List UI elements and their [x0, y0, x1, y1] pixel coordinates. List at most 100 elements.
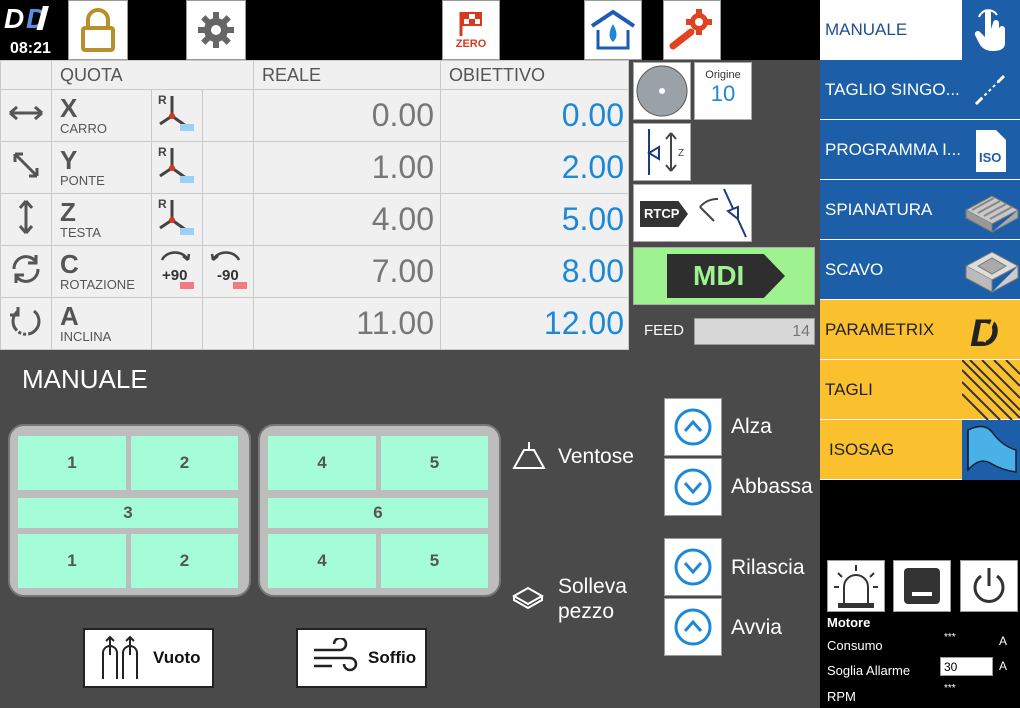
jog-x-button[interactable] [0, 89, 52, 142]
svg-text:R: R [158, 197, 167, 211]
sidebar-item-tagli[interactable]: TAGLI [820, 360, 1020, 420]
minimize-button[interactable] [893, 560, 951, 612]
ref-z-button[interactable]: R [151, 193, 203, 246]
avvia-button[interactable] [664, 598, 722, 656]
soglia-label: Soglia Allarme [827, 663, 911, 678]
lift-piece-icon [511, 586, 545, 610]
svg-text:R: R [158, 145, 167, 159]
vacuum-zone-button[interactable]: 5 [381, 534, 488, 588]
vacuum-zone-button[interactable]: 4 [268, 534, 376, 588]
vacuum-zone-button[interactable]: 1 [18, 436, 126, 490]
vacuum-zone-button[interactable]: 1 [18, 534, 126, 588]
sidebar-item-spianatura[interactable]: SPIANATURA [820, 180, 1020, 240]
vacuum-zone-button[interactable]: 2 [131, 436, 238, 490]
minimize-icon [904, 568, 940, 604]
rilascia-button[interactable] [664, 538, 722, 596]
axis-letter: A [60, 300, 79, 331]
motor-panel: Motore Consumo *** A Soglia Allarme A RP… [820, 480, 1020, 708]
jog-y-button[interactable] [0, 141, 52, 194]
soglia-unit: A [999, 659, 1008, 673]
tools-button[interactable] [663, 0, 721, 60]
logo-icon: D D [4, 3, 49, 34]
water-house-icon [590, 9, 636, 50]
obiettivo-y[interactable]: 2.00 [440, 141, 629, 194]
pezzo-line: pezzo [558, 600, 615, 623]
saw-blade-icon [636, 65, 688, 117]
tilt-head-icon [699, 188, 747, 238]
pocket-icon [964, 251, 1020, 293]
jog-a-button[interactable] [0, 297, 52, 350]
soglia-input[interactable] [940, 657, 993, 676]
axis-letter: Z [60, 196, 76, 227]
vacuum-zone-button[interactable]: 4 [268, 436, 376, 490]
z-probe-icon: Z [647, 129, 684, 175]
sidebar-item-label: TAGLIO SINGO... [825, 80, 960, 99]
wrench-gear-icon [669, 9, 712, 50]
axis-label-y: Y PONTE [51, 141, 152, 194]
mdi-button[interactable]: MDI [633, 247, 815, 305]
svg-text:D: D [4, 3, 24, 34]
wind-icon [314, 638, 358, 672]
col-quota: QUOTA [51, 60, 254, 90]
rotate-plus-90-button[interactable]: +90 [151, 245, 203, 298]
jog-c-button[interactable] [0, 245, 52, 298]
vacuum-zone-button[interactable]: 6 [268, 498, 488, 528]
soffio-button[interactable]: Soffio [296, 628, 427, 688]
empty-cell [202, 297, 254, 350]
zero-button[interactable]: ZERO [442, 0, 500, 60]
clock: 08:21 [10, 40, 51, 57]
coolant-button[interactable] [584, 0, 642, 60]
sidebar-item-programma-iso[interactable]: PROGRAMMA I... ISO [820, 120, 1020, 180]
sidebar-item-label: SCAVO [825, 260, 884, 279]
arrow-horizontal-icon [9, 105, 43, 121]
solleva-pezzo-label: Solleva pezzo [558, 574, 627, 624]
alarm-button[interactable] [827, 560, 885, 612]
sidebar-item-scavo[interactable]: SCAVO [820, 240, 1020, 300]
sidebar-item-manuale[interactable]: MANUALE [820, 0, 1020, 60]
vacuum-zone-button[interactable]: 2 [131, 534, 238, 588]
cuts-icon [962, 360, 1020, 420]
axis-sub: INCLINA [60, 328, 112, 344]
page-title: MANUALE [22, 364, 148, 394]
consumo-unit: A [999, 634, 1008, 648]
rotate-minus-90-button[interactable]: -90 [202, 245, 254, 298]
reale-z: 4.00 [253, 193, 441, 246]
ref-y-button[interactable]: R [151, 141, 203, 194]
reale-c: 7.00 [253, 245, 441, 298]
jog-z-button[interactable] [0, 193, 52, 246]
chevron-down-icon [674, 548, 712, 586]
power-button[interactable] [960, 560, 1018, 612]
origin-button[interactable]: Origine 10 [694, 62, 752, 120]
vuoto-button[interactable]: Vuoto [83, 628, 214, 688]
alza-button[interactable] [664, 398, 722, 456]
sidebar-item-label: SPIANATURA [825, 200, 933, 219]
z-probe-button[interactable]: Z [633, 123, 691, 181]
sidebar-item-parametrix[interactable]: PARAMETRIX D [820, 300, 1020, 360]
ref-x-button[interactable]: R [151, 89, 203, 142]
axes-reference-icon: R [158, 93, 194, 131]
blade-button[interactable] [633, 62, 691, 120]
lock-button[interactable] [68, 0, 128, 60]
obiettivo-z[interactable]: 5.00 [440, 193, 629, 246]
empty-cell [202, 141, 254, 194]
settings-button[interactable] [186, 0, 246, 60]
sidebar-item-taglio-singolo[interactable]: TAGLIO SINGO... [820, 60, 1020, 120]
consumo-value: *** [944, 632, 956, 643]
rtcp-button[interactable]: RTCP [633, 184, 752, 242]
axis-label-x: X CARRO [51, 89, 152, 142]
sidebar-item-isosag[interactable]: ISOSAG [820, 420, 1020, 480]
lock-icon [81, 8, 115, 52]
vacuum-grid-left: 1 2 3 1 2 [8, 424, 251, 597]
axis-letter: X [60, 92, 78, 123]
rpm-label: RPM [827, 689, 856, 704]
vacuum-zone-button[interactable]: 5 [381, 436, 488, 490]
mdi-label: MDI [667, 254, 785, 298]
obiettivo-c[interactable]: 8.00 [440, 245, 629, 298]
abbassa-button[interactable] [664, 458, 722, 516]
obiettivo-a[interactable]: 12.00 [440, 297, 629, 350]
obiettivo-x[interactable]: 0.00 [440, 89, 629, 142]
chevron-up-icon [674, 408, 712, 446]
arrow-vertical-icon [18, 200, 34, 234]
middle-panel: Origine 10 Z RTCP MDI FEED 14 [630, 60, 820, 348]
vacuum-zone-button[interactable]: 3 [18, 498, 238, 528]
